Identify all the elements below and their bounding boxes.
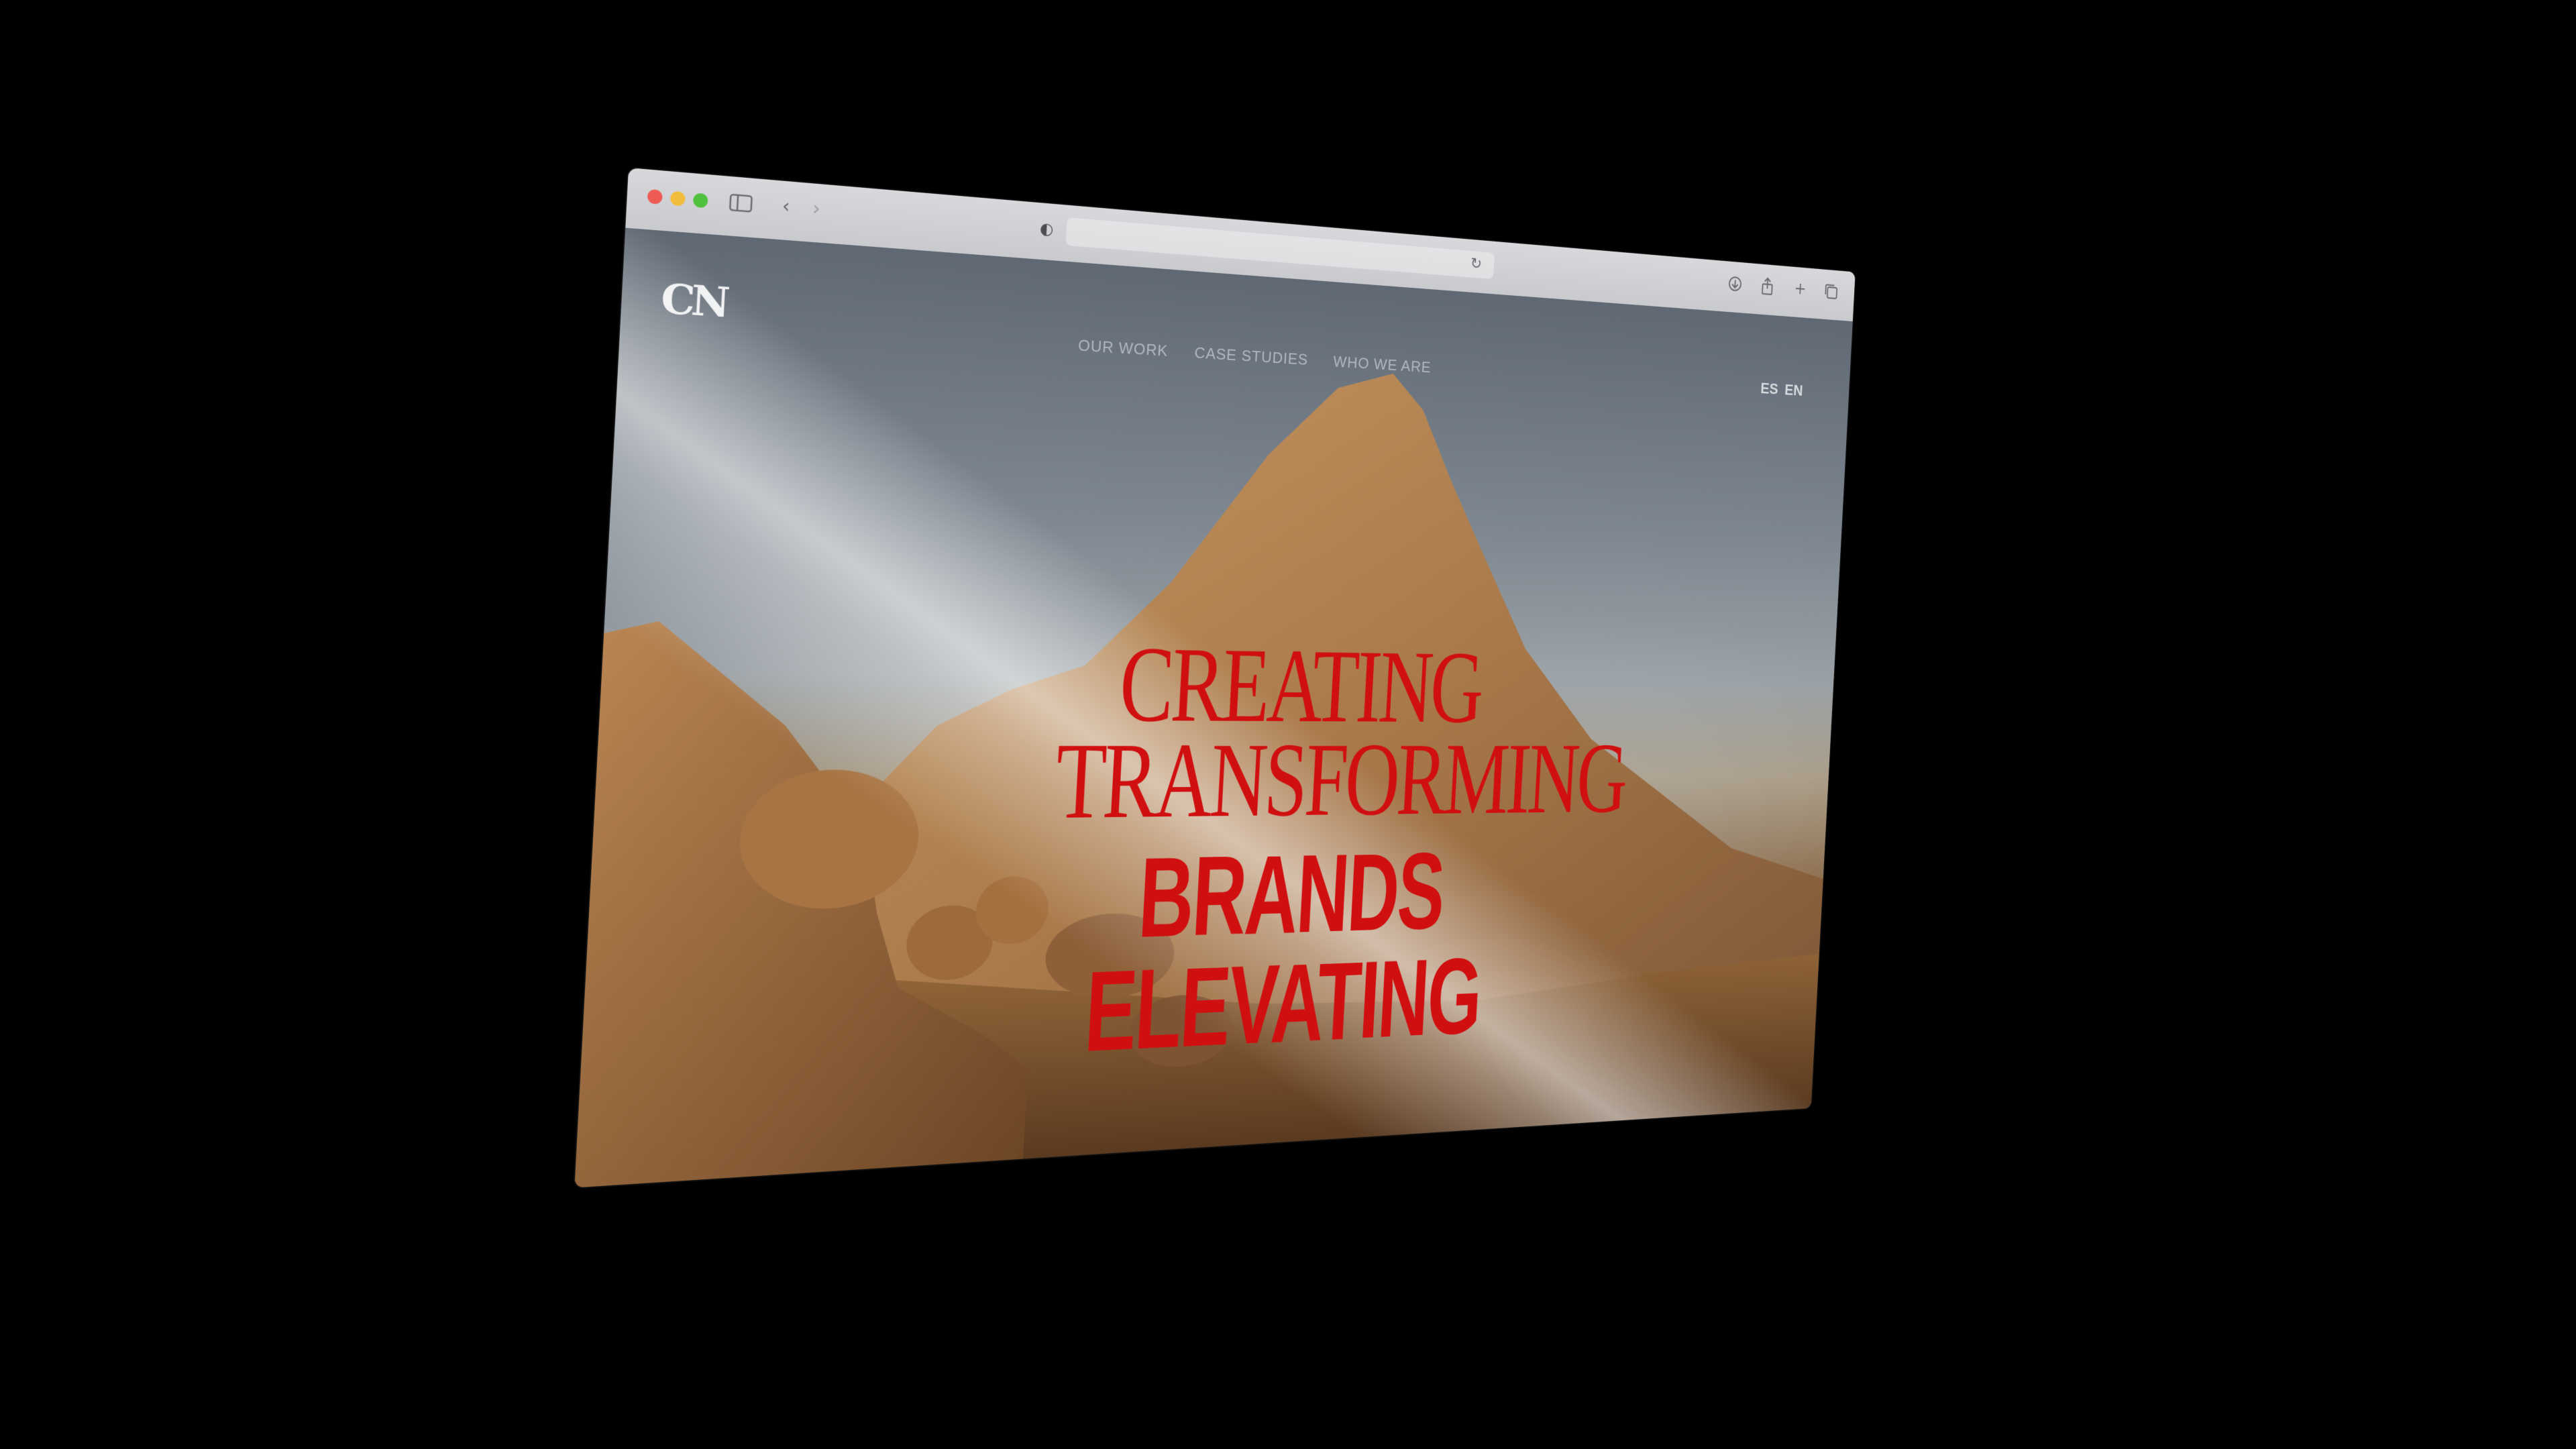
website-page: CN OUR WORK CASE STUDIES WHO WE ARE ES E… (574, 227, 1853, 1188)
sidebar-icon[interactable] (727, 191, 755, 216)
download-icon-glyph (1725, 273, 1746, 294)
close-window-button[interactable] (647, 189, 663, 205)
chevron-left-icon[interactable]: ‹ (776, 195, 796, 219)
minimize-window-button[interactable] (669, 191, 686, 207)
hero-word-elevating: ELEVATING (1081, 934, 1484, 1076)
privacy-shield-icon[interactable]: ◐ (1039, 217, 1059, 241)
lang-en[interactable]: EN (1784, 379, 1804, 402)
lang-es[interactable]: ES (1760, 377, 1779, 400)
reload-icon[interactable]: ↻ (1470, 253, 1487, 275)
plus-icon[interactable]: + (1790, 278, 1810, 299)
language-switcher: ES EN (1760, 377, 1804, 401)
hero-headline: CREATING TRANSFORMING BRANDS ELEVATING (967, 624, 1628, 1076)
backdrop: ‹ › ◐ ↻ + CN OUR WORK CASE STUDIES WHO W… (0, 0, 2576, 1449)
share-icon[interactable] (1758, 276, 1778, 297)
download-icon[interactable] (1725, 273, 1746, 294)
hero-word-transforming: TRANSFORMING (1052, 720, 1628, 842)
sidebar-icon-glyph (727, 191, 755, 216)
tab-overview-icon[interactable] (1821, 281, 1841, 302)
share-icon-glyph (1758, 276, 1778, 297)
chevron-right-icon[interactable]: › (807, 197, 826, 221)
browser-window: ‹ › ◐ ↻ + CN OUR WORK CASE STUDIES WHO W… (574, 168, 1856, 1188)
zoom-window-button[interactable] (692, 193, 708, 209)
tab-overview-icon-glyph (1821, 281, 1841, 302)
site-logo[interactable]: CN (659, 274, 749, 327)
